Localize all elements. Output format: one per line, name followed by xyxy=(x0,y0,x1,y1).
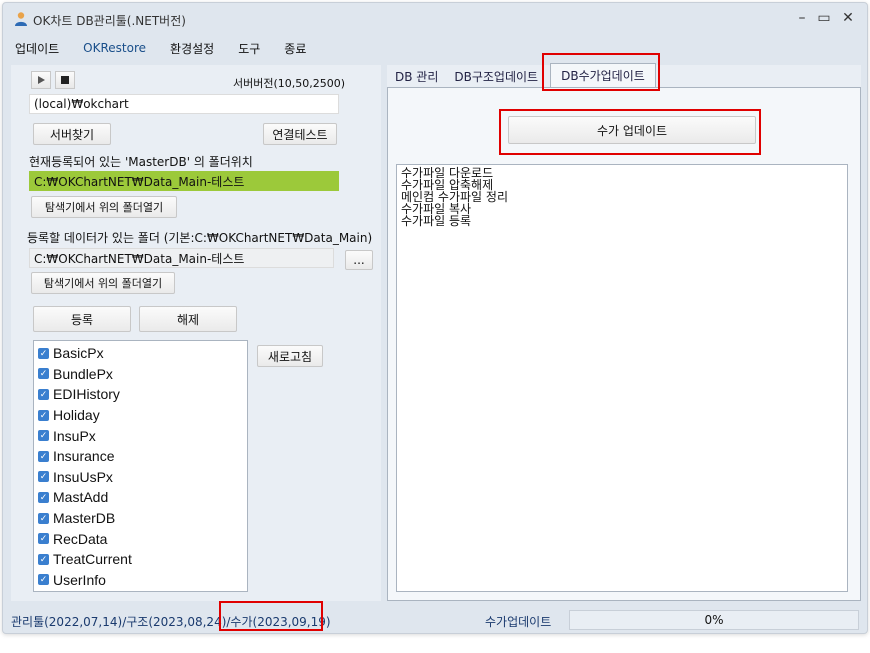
register-folder-field[interactable]: C:₩OKChartNET₩Data_Main-테스트 xyxy=(29,248,334,268)
checkbox-checked-icon[interactable]: ✓ xyxy=(38,450,49,462)
browse-folder-button[interactable]: ... xyxy=(345,250,373,270)
progress-bar: 0% xyxy=(569,610,859,630)
open-master-folder-button[interactable]: 탐색기에서 위의 폴더열기 xyxy=(31,196,177,218)
checkbox-checked-icon[interactable]: ✓ xyxy=(38,430,49,442)
master-folder-field[interactable]: C:₩OKChartNET₩Data_Main-테스트 xyxy=(29,171,339,191)
refresh-button[interactable]: 새로고침 xyxy=(257,345,323,367)
db-label: Holiday xyxy=(53,407,100,424)
db-item-basicpx[interactable]: ✓ BasicPx xyxy=(34,343,247,364)
maximize-button[interactable]: ▭ xyxy=(815,10,833,26)
progress-text: 0% xyxy=(704,613,724,627)
checkbox-checked-icon[interactable]: ✓ xyxy=(38,368,49,380)
db-label: Insurance xyxy=(53,448,115,465)
find-server-button[interactable]: 서버찾기 xyxy=(33,123,111,145)
checkbox-checked-icon[interactable]: ✓ xyxy=(38,553,49,565)
checkbox-checked-icon[interactable]: ✓ xyxy=(38,512,49,524)
checkbox-checked-icon[interactable]: ✓ xyxy=(38,347,49,359)
db-item-recdata[interactable]: ✓ RecData xyxy=(34,528,247,549)
db-label: BundlePx xyxy=(53,365,113,382)
play-icon xyxy=(38,76,45,84)
checkbox-checked-icon[interactable]: ✓ xyxy=(38,409,49,421)
db-item-mastadd[interactable]: ✓ MastAdd xyxy=(34,487,247,508)
main-window: OK차트 DB관리툴(.NET버전) – ▭ ✕ 업데이트 OKRestore … xyxy=(2,2,868,634)
left-panel: 서버버전(10,50,2500) (local)₩okchart 서버찾기 연결… xyxy=(11,65,381,601)
log-line: 수가파일 등록 xyxy=(401,214,472,228)
db-item-userinfo[interactable]: ✓ UserInfo xyxy=(34,570,247,591)
db-item-masterdb[interactable]: ✓ MasterDB xyxy=(34,508,247,529)
open-register-folder-button[interactable]: 탐색기에서 위의 폴더열기 xyxy=(31,272,175,294)
db-label: InsuUsPx xyxy=(53,468,113,485)
app-person-icon xyxy=(15,12,27,26)
master-folder-label: 현재등록되어 있는 'MasterDB' 의 폴더위치 xyxy=(29,155,253,169)
stop-icon xyxy=(61,76,69,84)
checkbox-checked-icon[interactable]: ✓ xyxy=(38,471,49,483)
annotation-box-update-button xyxy=(499,109,761,155)
db-item-treatcurrent[interactable]: ✓ TreatCurrent xyxy=(34,549,247,570)
db-item-holiday[interactable]: ✓ Holiday xyxy=(34,405,247,426)
db-label: MasterDB xyxy=(53,510,116,527)
db-item-insurance[interactable]: ✓ Insurance xyxy=(34,446,247,467)
register-button[interactable]: 등록 xyxy=(33,306,131,332)
title-bar: OK차트 DB관리툴(.NET버전) – ▭ ✕ xyxy=(3,3,867,35)
annotation-box-status xyxy=(219,601,323,631)
db-item-insuuspx[interactable]: ✓ InsuUsPx xyxy=(34,467,247,488)
tab-db-structure-update[interactable]: DB구조업데이트 xyxy=(446,66,546,87)
db-label: UserInfo xyxy=(53,571,106,588)
db-label: BasicPx xyxy=(53,345,104,362)
db-label: TreatCurrent xyxy=(53,551,132,568)
play-button[interactable] xyxy=(31,71,51,89)
db-item-bundlepx[interactable]: ✓ BundlePx xyxy=(34,364,247,385)
db-label: EDIHistory xyxy=(53,386,120,403)
connect-test-button[interactable]: 연결테스트 xyxy=(263,123,337,145)
server-version: 서버버전(10,50,2500) xyxy=(233,77,346,90)
database-checklist: ✓ BasicPx ✓ BundlePx ✓ EDIHistory ✓ Holiday … xyxy=(33,340,248,592)
db-label: InsuPx xyxy=(53,427,96,444)
register-folder-label: 등록할 데이터가 있는 폴더 (기본:C:₩OKChartNET₩Data_Ma… xyxy=(27,231,373,245)
checkbox-checked-icon[interactable]: ✓ xyxy=(38,533,49,545)
menu-settings[interactable]: 환경설정 xyxy=(158,40,226,57)
stop-button[interactable] xyxy=(55,71,75,89)
menu-exit[interactable]: 종료 xyxy=(272,40,318,57)
checkbox-checked-icon[interactable]: ✓ xyxy=(38,574,49,586)
db-label: RecData xyxy=(53,530,108,547)
checkbox-checked-icon[interactable]: ✓ xyxy=(38,491,49,503)
tab-content: 수가 업데이트 수가파일 다운로드 수가파일 압축해제 메인컴 수가파일 정리 … xyxy=(387,87,861,601)
status-task: 수가업데이트 xyxy=(485,615,552,629)
menu-okrestore[interactable]: OKRestore xyxy=(71,41,158,55)
checkbox-checked-icon[interactable]: ✓ xyxy=(38,388,49,400)
close-button[interactable]: ✕ xyxy=(839,10,857,26)
tab-db-manage[interactable]: DB 관리 xyxy=(387,66,446,87)
annotation-box-tab xyxy=(542,53,660,91)
menu-tools[interactable]: 도구 xyxy=(226,40,272,57)
release-button[interactable]: 해제 xyxy=(139,306,237,332)
server-field[interactable]: (local)₩okchart xyxy=(29,94,339,114)
menu-bar: 업데이트 OKRestore 환경설정 도구 종료 xyxy=(3,37,867,59)
menu-update[interactable]: 업데이트 xyxy=(3,40,71,57)
db-item-insupx[interactable]: ✓ InsuPx xyxy=(34,425,247,446)
db-item-edihistory[interactable]: ✓ EDIHistory xyxy=(34,384,247,405)
window-title: OK차트 DB관리툴(.NET버전) xyxy=(33,14,186,28)
db-label: MastAdd xyxy=(53,489,109,506)
log-output[interactable]: 수가파일 다운로드 수가파일 압축해제 메인컴 수가파일 정리 수가파일 복사 … xyxy=(396,164,848,592)
status-bar: 관리툴(2022,07,14)/구조(2023,08,24)/수가(2023,0… xyxy=(3,605,867,635)
minimize-button[interactable]: – xyxy=(793,10,811,26)
